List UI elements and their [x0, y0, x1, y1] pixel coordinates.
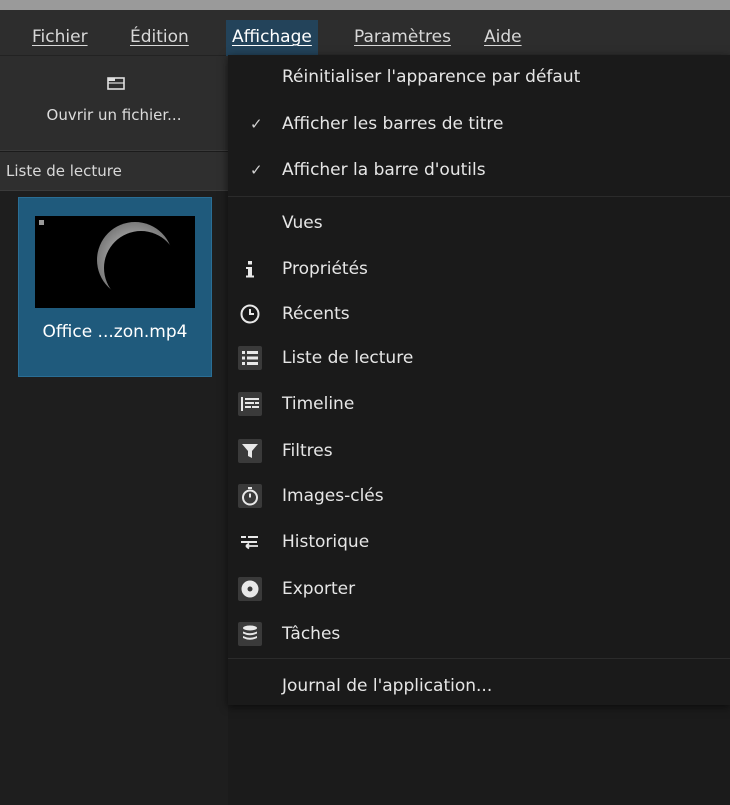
menu-parametres[interactable]: Paramètres — [348, 20, 457, 54]
menu-item-label: Propriétés — [282, 259, 368, 279]
menu-separator — [228, 196, 730, 197]
menu-item-properties[interactable]: Propriétés — [228, 251, 730, 287]
menu-item-label: Vues — [282, 213, 323, 233]
database-icon — [238, 622, 262, 646]
menu-item-show-toolbar[interactable]: ✓ Afficher la barre d'outils — [228, 152, 730, 188]
menu-item-label: Afficher les barres de titre — [282, 114, 504, 134]
checkmark-icon: ✓ — [250, 161, 263, 179]
menu-aide[interactable]: Aide — [478, 20, 528, 54]
window-top-edge — [0, 0, 730, 10]
menu-affichage[interactable]: Affichage — [226, 20, 318, 56]
view-menu-dropdown: Réinitialiser l'apparence par défaut ✓ A… — [228, 55, 730, 705]
open-file-label: Ouvrir un fichier... — [46, 106, 182, 124]
folder-icon — [107, 77, 125, 90]
menu-item-label: Historique — [282, 532, 370, 552]
toolbar: Ouvrir un fichier... — [0, 56, 228, 151]
menu-item-label: Images-clés — [282, 486, 384, 506]
info-icon — [246, 261, 254, 278]
menu-item-label: Tâches — [282, 624, 341, 644]
menu-item-label: Liste de lecture — [282, 348, 414, 368]
menu-item-label: Récents — [282, 304, 350, 324]
menu-item-history[interactable]: Historique — [228, 524, 730, 560]
menu-item-label: Timeline — [282, 394, 355, 414]
menu-item-label: Journal de l'application... — [282, 676, 493, 696]
menu-item-jobs[interactable]: Tâches — [228, 616, 730, 652]
timeline-icon — [238, 392, 262, 416]
moon-image — [97, 222, 178, 305]
checkmark-icon: ✓ — [250, 115, 263, 133]
menu-item-timeline[interactable]: Timeline — [228, 386, 730, 422]
menu-item-views[interactable]: Vues — [228, 205, 730, 241]
menu-item-reset-layout[interactable]: Réinitialiser l'apparence par défaut — [228, 59, 730, 95]
menu-item-show-titlebars[interactable]: ✓ Afficher les barres de titre — [228, 106, 730, 142]
playlist-clip[interactable]: Office ...zon.mp4 — [18, 197, 212, 377]
menu-item-filters[interactable]: Filtres — [228, 433, 730, 469]
clip-thumbnail — [35, 216, 195, 308]
clip-label: Office ...zon.mp4 — [42, 322, 188, 342]
menu-separator — [228, 658, 730, 659]
menu-item-label: Afficher la barre d'outils — [282, 160, 486, 180]
menu-fichier[interactable]: Fichier — [26, 20, 94, 54]
playlist-title: Liste de lecture — [6, 162, 122, 180]
menu-item-recent[interactable]: Récents — [228, 296, 730, 332]
menu-item-label: Exporter — [282, 579, 356, 599]
menu-item-app-log[interactable]: Journal de l'application... — [228, 668, 730, 704]
stopwatch-icon — [238, 484, 262, 508]
history-icon — [241, 536, 258, 550]
playlist-panel-header: Liste de lecture — [0, 152, 228, 191]
menu-edition[interactable]: Édition — [124, 20, 195, 54]
menu-item-playlist[interactable]: Liste de lecture — [228, 340, 730, 376]
menu-item-keyframes[interactable]: Images-clés — [228, 478, 730, 514]
open-file-button[interactable]: Ouvrir un fichier... — [0, 56, 228, 150]
menu-item-label: Réinitialiser l'apparence par défaut — [282, 67, 581, 87]
clock-icon — [240, 304, 260, 324]
playlist-panel: Office ...zon.mp4 — [0, 191, 228, 805]
list-icon — [238, 346, 262, 370]
menu-item-export[interactable]: Exporter — [228, 571, 730, 607]
menu-item-label: Filtres — [282, 441, 333, 461]
filter-icon — [238, 439, 262, 463]
disc-icon — [238, 577, 262, 601]
menu-bar: Fichier Édition Affichage Paramètres Aid… — [0, 10, 730, 56]
